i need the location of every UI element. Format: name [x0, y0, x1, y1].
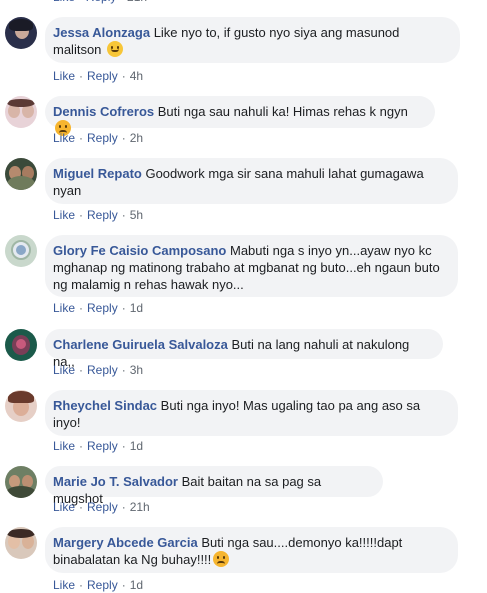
avatar[interactable] [5, 329, 37, 361]
avatar[interactable] [5, 235, 37, 267]
comment-author[interactable]: Charlene Guiruela Salvaloza [53, 337, 228, 352]
reply-link[interactable]: Reply [87, 301, 118, 315]
comment-actions: Like · Reply · 5h [53, 208, 144, 222]
like-link[interactable]: Like [53, 69, 75, 83]
timestamp: 5h [129, 208, 144, 222]
reply-link[interactable]: Reply [87, 131, 118, 145]
comment-actions: Like · Reply · 1d [53, 439, 144, 453]
comment-actions: Like · Reply · 3h [53, 363, 144, 377]
comment-bubble: Dennis Cofreros Buti nga sau nahuli ka! … [45, 96, 435, 136]
avatar[interactable] [5, 390, 37, 422]
comment-list: Like · Reply · 21h Jessa Alonzaga Like n… [0, 0, 487, 592]
like-link[interactable]: Like [53, 208, 75, 222]
avatar[interactable] [5, 527, 37, 559]
comment-bubble: Glory Fe Caisio Camposano Mabuti nga s i… [45, 235, 458, 297]
comment-actions: Like · Reply · 2h [53, 131, 144, 145]
comment-bubble: Rheychel Sindac Buti nga inyo! Mas ugali… [45, 390, 458, 436]
comment-bubble: Miguel Repato Goodwork mga sir sana mahu… [45, 158, 458, 204]
like-link[interactable]: Like [53, 131, 75, 145]
reply-link[interactable]: Reply [87, 439, 118, 453]
comment-actions: Like · Reply · 21h [53, 500, 150, 514]
comment-bubble: Jessa Alonzaga Like nyo to, if gusto nyo… [45, 17, 460, 63]
comment-author[interactable]: Miguel Repato [53, 166, 142, 181]
like-link[interactable]: Like [53, 363, 75, 377]
timestamp: 4h [129, 69, 144, 83]
comment-bubble: Charlene Guiruela Salvaloza Buti na lang… [45, 329, 443, 369]
comment-author[interactable]: Jessa Alonzaga [53, 25, 150, 40]
smiling-face-icon [107, 41, 124, 57]
timestamp: 2h [129, 131, 144, 145]
like-link[interactable]: Like [53, 439, 75, 453]
like-link[interactable]: Like [53, 301, 75, 315]
reply-link[interactable]: Reply [87, 500, 118, 514]
reply-link[interactable]: Reply [87, 363, 118, 377]
comment-author[interactable]: Glory Fe Caisio Camposano [53, 243, 226, 258]
reply-link[interactable]: Reply [87, 69, 118, 83]
reply-link[interactable]: Reply [86, 0, 117, 4]
comment-actions: Like · Reply · 1d [53, 301, 144, 315]
timestamp: 1d [129, 578, 144, 592]
avatar[interactable] [5, 96, 37, 128]
comment-bubble: Margery Abcede Garcia Buti nga sau....de… [45, 527, 458, 573]
reply-link[interactable]: Reply [87, 578, 118, 592]
timestamp: 1d [129, 439, 144, 453]
previous-comment-actions: Like · Reply · 21h [53, 0, 147, 5]
comment-text: Buti nga sau nahuli ka! Himas rehas k ng… [157, 104, 408, 119]
avatar[interactable] [5, 17, 37, 49]
comment-actions: Like · Reply · 1d [53, 578, 144, 592]
timestamp: 1d [129, 301, 144, 315]
comment-author[interactable]: Margery Abcede Garcia [53, 535, 198, 550]
like-link[interactable]: Like [53, 578, 75, 592]
comment-bubble: Marie Jo T. Salvador Bait baitan na sa p… [45, 466, 383, 506]
timestamp: 21h [129, 500, 150, 514]
timestamp: 3h [129, 363, 144, 377]
like-link[interactable]: Like [53, 0, 75, 4]
reply-link[interactable]: Reply [87, 208, 118, 222]
avatar[interactable] [5, 466, 37, 498]
comment-author[interactable]: Dennis Cofreros [53, 104, 154, 119]
like-link[interactable]: Like [53, 500, 75, 514]
comment-actions: Like · Reply · 4h [53, 69, 144, 83]
comment-author[interactable]: Rheychel Sindac [53, 398, 157, 413]
angry-face-icon [213, 551, 230, 567]
comment-author[interactable]: Marie Jo T. Salvador [53, 474, 178, 489]
avatar[interactable] [5, 158, 37, 190]
timestamp: 21h [127, 0, 147, 4]
